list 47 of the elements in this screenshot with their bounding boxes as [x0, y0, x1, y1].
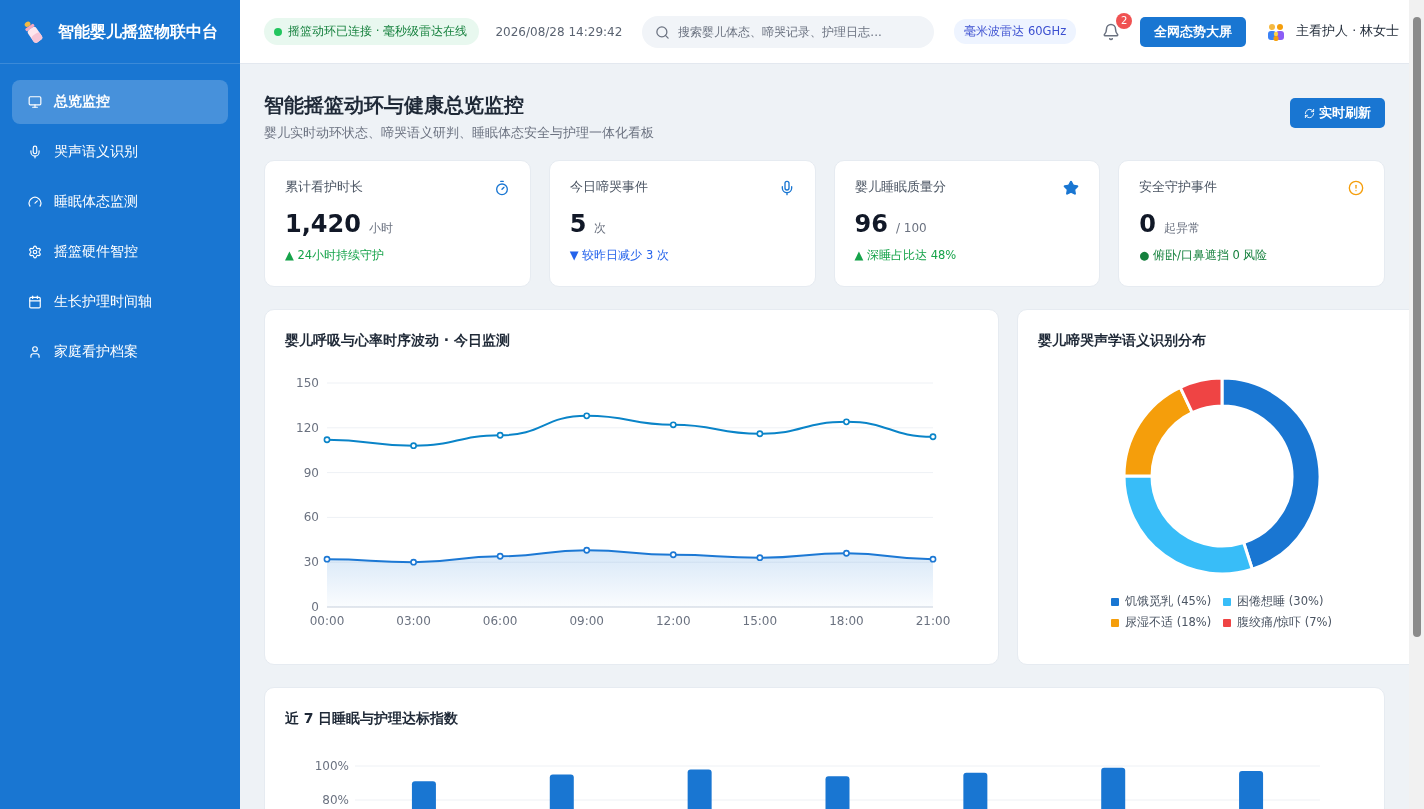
stat-value: 96	[854, 210, 888, 238]
axis-label: 100%	[314, 759, 349, 773]
axis-label: 15:00	[742, 614, 778, 628]
legend-item: 饥饿觅乳 (45%)	[1111, 594, 1212, 609]
notification-count: 2	[1116, 12, 1133, 29]
axis-label: 18:00	[829, 614, 864, 628]
legend-item: 尿湿不适 (18%)	[1111, 615, 1212, 630]
axis-label: 80%	[322, 793, 349, 807]
axis-label: 0	[311, 600, 319, 614]
connection-status: 摇篮动环已连接 · 毫秒级雷达在线	[264, 18, 480, 45]
axis-label: 120	[296, 420, 319, 435]
page-subtitle: 婴儿实时动环状态、啼哭语义研判、睡眠体态安全与护理一体化看板	[264, 125, 654, 142]
stat-unit: / 100	[895, 221, 927, 235]
axis-label: 60	[303, 510, 319, 525]
stat-note: ▲ 24小时持续守护	[285, 248, 386, 263]
stat-unit: 次	[594, 220, 607, 237]
stat-unit: 小时	[368, 220, 393, 237]
stat-note: ● 俯卧/口鼻遮挡 0 风险	[1139, 248, 1269, 263]
axis-label: 06:00	[482, 614, 518, 628]
user-name: 主看护人 · 林女士	[1296, 23, 1400, 40]
legend-item: 腹绞痛/惊吓 (7%)	[1223, 615, 1332, 630]
stat-note: ▲ 深睡占比达 48%	[854, 248, 958, 263]
date-time: 2026/08/28 14:29:42	[495, 24, 623, 39]
legend-item: 困倦想睡 (30%)	[1223, 594, 1332, 609]
axis-label: 30	[303, 555, 319, 570]
axis-label: 21:00	[915, 614, 951, 628]
stat-value: 1,420	[285, 210, 361, 238]
stat-value: 5	[569, 210, 587, 238]
axis-label: 90	[303, 465, 319, 480]
stat-label: 今日啼哭事件	[569, 179, 648, 196]
chart-title: 婴儿呼吸与心率时序波动 · 今日监测	[285, 332, 512, 350]
stat-label: 累计看护时长	[285, 179, 363, 196]
app-title: 智能婴儿摇篮物联中台	[58, 20, 218, 43]
page-title: 智能摇篮动环与健康总览监控	[264, 92, 525, 119]
axis-label: 03:00	[396, 614, 431, 628]
stat-value: 0	[1139, 210, 1156, 238]
axis-label: 150	[296, 376, 319, 390]
stat-label: 安全守护事件	[1139, 179, 1218, 196]
axis-label: 12:00	[656, 614, 691, 628]
radar-badge: 毫米波雷达 60GHz	[954, 19, 1077, 44]
stat-label: 婴儿睡眠质量分	[854, 179, 946, 196]
chart-title: 婴儿啼哭声学语义识别分布	[1038, 332, 1207, 350]
stat-unit: 起异常	[1163, 220, 1200, 237]
axis-label: 09:00	[569, 614, 604, 628]
stat-note: ▼ 较昨日减少 3 次	[569, 248, 670, 263]
axis-label: 00:00	[309, 614, 345, 628]
chart-title: 近 7 日睡眠与护理达标指数	[285, 710, 460, 728]
